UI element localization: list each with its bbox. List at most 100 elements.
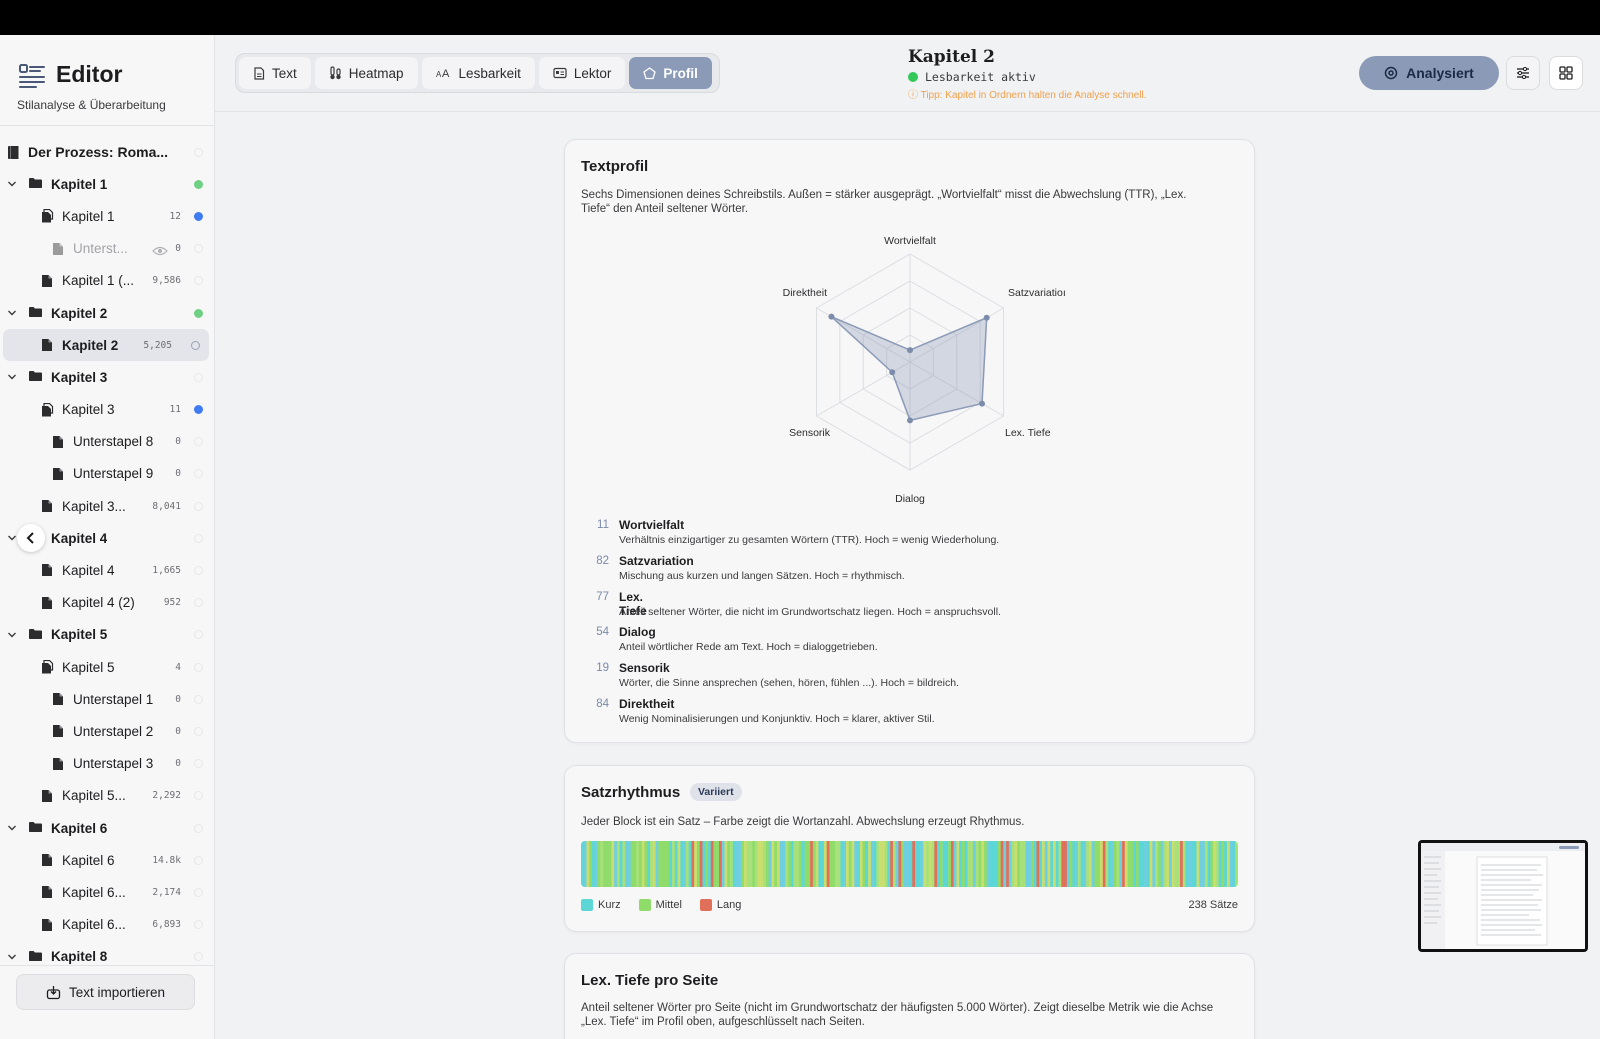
sentence-block[interactable]: [1141, 841, 1145, 887]
sentence-block[interactable]: [622, 841, 626, 887]
tree-item[interactable]: Unterstapel 9 0: [0, 458, 215, 490]
tree-item[interactable]: Kapitel 4 (2) 952: [0, 587, 215, 619]
sentence-block[interactable]: [754, 841, 758, 887]
sentence-block[interactable]: [1130, 841, 1134, 887]
sentence-block[interactable]: [821, 841, 825, 887]
sentence-block[interactable]: [812, 841, 816, 887]
sentence-block[interactable]: [1182, 841, 1186, 887]
sentence-block[interactable]: [674, 841, 678, 887]
sentence-block[interactable]: [1003, 841, 1007, 887]
sentence-block[interactable]: [939, 841, 943, 887]
sentence-block[interactable]: [857, 841, 861, 887]
sentence-block[interactable]: [630, 841, 634, 887]
sentence-block[interactable]: [765, 841, 770, 887]
sentence-block[interactable]: [948, 841, 952, 887]
collapse-sidebar-button[interactable]: [17, 524, 45, 552]
sentence-block[interactable]: [1171, 841, 1175, 887]
sentence-block[interactable]: [1204, 841, 1208, 887]
sentence-block[interactable]: [793, 841, 797, 887]
sentence-block[interactable]: [876, 841, 880, 887]
sentence-block[interactable]: [713, 841, 717, 887]
sentence-block[interactable]: [1105, 841, 1109, 887]
sentence-block[interactable]: [680, 841, 684, 887]
sentence-block[interactable]: [638, 841, 643, 887]
sentence-block[interactable]: [694, 841, 698, 887]
sentence-block[interactable]: [749, 841, 753, 887]
sentence-block[interactable]: [1124, 841, 1128, 887]
sentence-block[interactable]: [633, 841, 637, 887]
tree-item[interactable]: Kapitel 6... 6,893: [0, 909, 215, 941]
sentence-block[interactable]: [1196, 841, 1200, 887]
tab-lesbarkeit[interactable]: AA Lesbarkeit: [421, 57, 535, 89]
sentence-block[interactable]: [1080, 841, 1084, 887]
sentence-block[interactable]: [961, 841, 966, 887]
sentence-block[interactable]: [815, 841, 819, 887]
rhythm-strip[interactable]: [581, 841, 1238, 887]
sentence-block[interactable]: [644, 841, 648, 887]
sentence-block[interactable]: [757, 841, 761, 887]
sentence-block[interactable]: [818, 841, 822, 887]
sentence-block[interactable]: [1157, 841, 1162, 887]
sentence-block[interactable]: [752, 841, 756, 887]
sentence-block[interactable]: [1166, 841, 1170, 887]
sentence-block[interactable]: [1207, 841, 1211, 887]
sentence-block[interactable]: [950, 841, 954, 887]
sentence-block[interactable]: [868, 841, 872, 887]
sentence-block[interactable]: [832, 841, 836, 887]
sentence-block[interactable]: [851, 841, 855, 887]
sentence-block[interactable]: [1014, 841, 1018, 887]
tab-profil[interactable]: Profil: [629, 57, 712, 89]
chevron-down-icon[interactable]: [7, 308, 17, 318]
sentence-block[interactable]: [581, 841, 585, 887]
sentence-block[interactable]: [683, 841, 687, 887]
sentence-block[interactable]: [583, 841, 587, 887]
sentence-block[interactable]: [1213, 841, 1217, 887]
tree-item[interactable]: Kapitel 6 14.8k: [0, 844, 215, 876]
sentence-block[interactable]: [705, 841, 709, 887]
sentence-block[interactable]: [730, 841, 734, 887]
sentence-block[interactable]: [611, 841, 615, 887]
sentence-block[interactable]: [1163, 841, 1167, 887]
sentence-block[interactable]: [1050, 841, 1054, 887]
sentence-block[interactable]: [906, 841, 910, 887]
sentence-block[interactable]: [1097, 841, 1101, 887]
sentence-block[interactable]: [627, 841, 631, 887]
sentence-block[interactable]: [1006, 841, 1010, 887]
sentence-block[interactable]: [1066, 841, 1070, 887]
sentence-block[interactable]: [1055, 841, 1059, 887]
sentence-block[interactable]: [810, 841, 814, 887]
tree-item[interactable]: Kapitel 2 5,205: [3, 329, 209, 362]
sentence-block[interactable]: [710, 841, 714, 887]
sentence-block[interactable]: [1229, 841, 1233, 887]
sentence-block[interactable]: [1119, 841, 1123, 887]
sentence-block[interactable]: [707, 841, 712, 887]
sentence-block[interactable]: [837, 841, 841, 887]
sentence-block[interactable]: [854, 841, 858, 887]
sentence-block[interactable]: [898, 841, 902, 887]
analyze-button[interactable]: Analysiert: [1359, 56, 1499, 90]
sentence-block[interactable]: [1075, 841, 1079, 887]
sentence-block[interactable]: [959, 841, 963, 887]
sentence-block[interactable]: [702, 841, 706, 887]
sentence-block[interactable]: [1039, 841, 1043, 887]
sentence-block[interactable]: [928, 841, 932, 887]
sentence-block[interactable]: [732, 841, 736, 887]
tree-item[interactable]: Kapitel 1 12: [0, 200, 215, 232]
sentence-block[interactable]: [760, 841, 764, 887]
sentence-block[interactable]: [1047, 841, 1051, 887]
tree-folder[interactable]: Kapitel 2: [0, 297, 215, 329]
sentence-block[interactable]: [1102, 841, 1106, 887]
sentence-block[interactable]: [616, 841, 620, 887]
sentence-block[interactable]: [884, 841, 888, 887]
sentence-block[interactable]: [625, 841, 629, 887]
tree-folder[interactable]: Kapitel 6: [0, 812, 215, 844]
sentence-block[interactable]: [1053, 841, 1057, 887]
sentence-block[interactable]: [738, 841, 742, 887]
sentence-block[interactable]: [1144, 841, 1148, 887]
tree-folder[interactable]: Kapitel 1: [0, 168, 215, 200]
tree-folder[interactable]: Kapitel 3: [0, 361, 215, 393]
sentence-block[interactable]: [1122, 841, 1126, 887]
sentence-block[interactable]: [790, 841, 794, 887]
sentence-block[interactable]: [724, 841, 728, 887]
sentence-block[interactable]: [917, 841, 921, 887]
